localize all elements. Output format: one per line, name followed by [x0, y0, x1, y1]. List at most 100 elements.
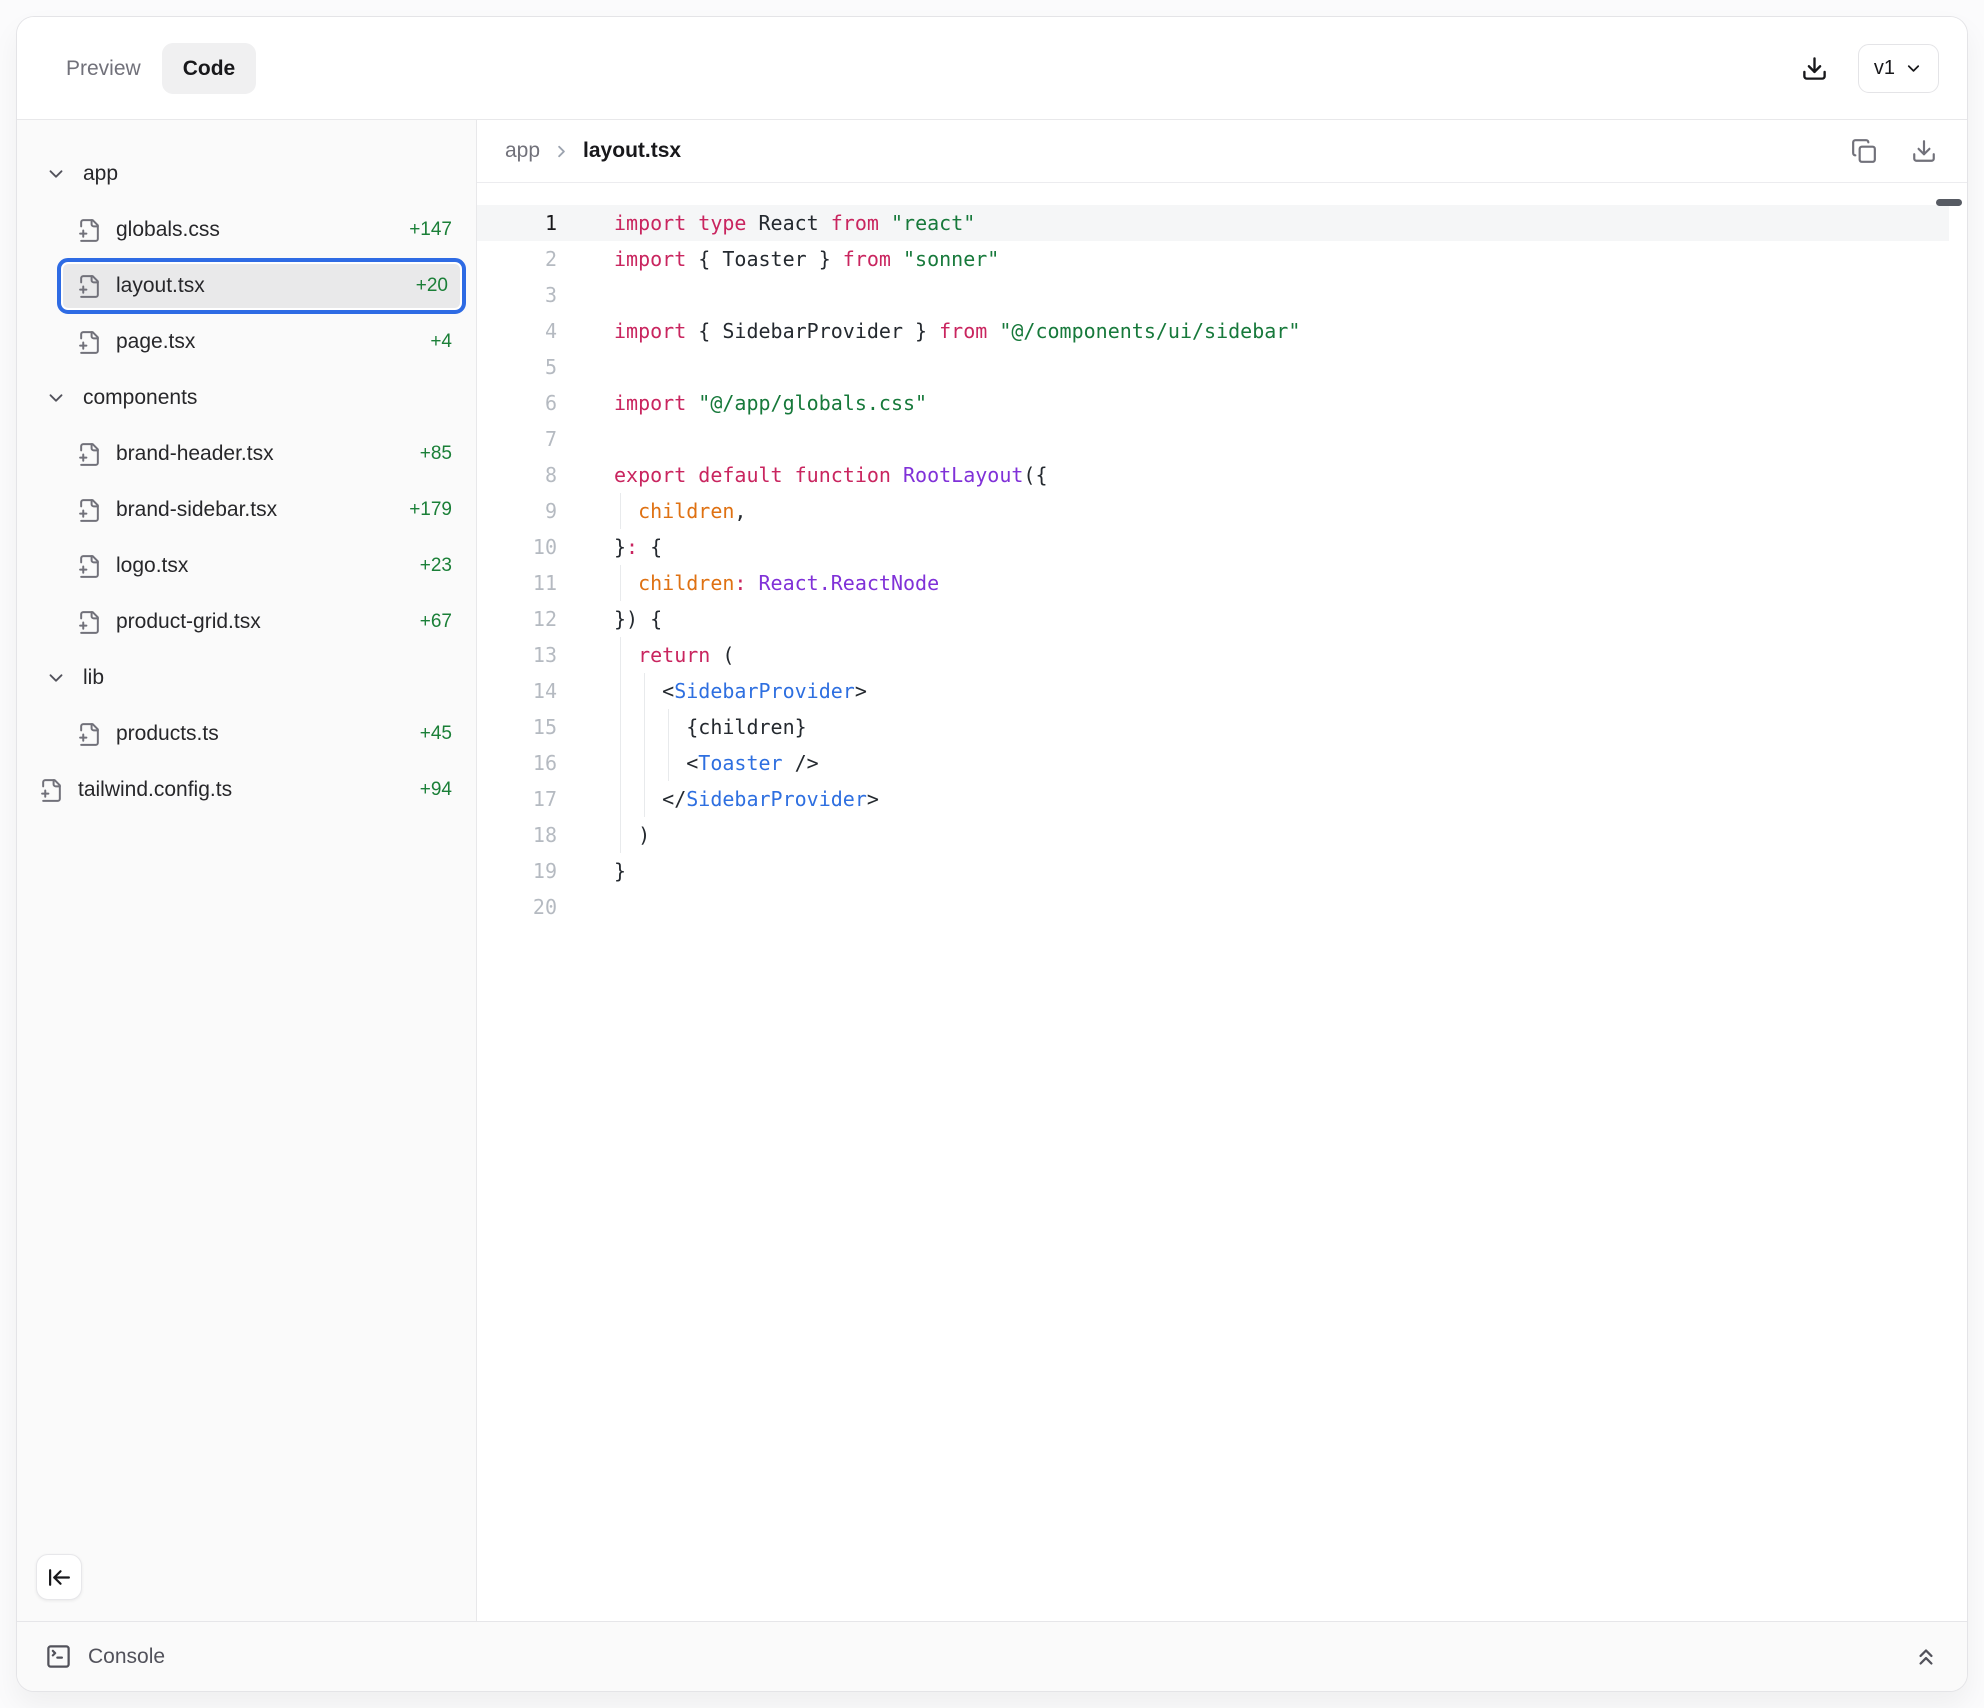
file-label: globals.css: [116, 218, 220, 242]
code-line: 20: [477, 889, 1949, 925]
line-number: 11: [477, 565, 557, 601]
chevron-down-icon: [1904, 59, 1923, 78]
code-line-text: }: {: [614, 529, 662, 565]
collapse-sidebar-button[interactable]: [36, 1554, 82, 1600]
diff-count: +4: [430, 331, 452, 353]
folder-label: components: [83, 386, 197, 410]
copy-code-button[interactable]: [1849, 136, 1879, 166]
sidebar-item-logo-tsx[interactable]: logo.tsx+23: [57, 538, 466, 594]
code-line: 17 </SidebarProvider>: [477, 781, 1949, 817]
code-line: 16 <Toaster />: [477, 745, 1949, 781]
main-area: app globals.css+147layout.tsx+20 page.tsx +…: [17, 120, 1967, 1621]
line-number: 9: [477, 493, 557, 529]
indent-guide: [620, 817, 621, 853]
chevron-down-icon: [45, 667, 67, 689]
sidebar-item-layout-tsx[interactable]: layout.tsx+20: [57, 258, 466, 314]
scrollbar-thumb[interactable]: [1936, 199, 1962, 206]
code-line-text: </SidebarProvider>: [614, 781, 879, 817]
indent-guide: [620, 781, 621, 817]
code-line-text: }) {: [614, 601, 662, 637]
tab-preview[interactable]: Preview: [45, 43, 162, 94]
sidebar-item-products-ts[interactable]: products.ts +45: [57, 706, 466, 762]
breadcrumb-folder: app: [505, 139, 540, 163]
file-tree: app globals.css+147layout.tsx+20 page.tsx +…: [17, 120, 476, 818]
code-line: 8export default function RootLayout({: [477, 457, 1949, 493]
indent-guide: [620, 745, 621, 781]
sidebar-item-product-grid-tsx[interactable]: product-grid.tsx+67: [57, 594, 466, 650]
sidebar-item-globals-css[interactable]: globals.css+147: [57, 202, 466, 258]
file-plus-icon: [77, 722, 102, 747]
header-actions: v1: [1800, 44, 1939, 93]
line-number: 17: [477, 781, 557, 817]
indent-guide: [620, 709, 621, 745]
code-viewer-card: Preview Code v1 appglobals.css+147layout…: [16, 16, 1968, 1692]
expand-console-button[interactable]: [1913, 1644, 1939, 1670]
code-line-text: ): [614, 817, 650, 853]
console-label: Console: [88, 1645, 165, 1669]
sidebar-item-tailwind-config-ts[interactable]: tailwind.config.ts+94: [29, 762, 466, 818]
diff-count: +67: [420, 611, 452, 633]
copy-icon: [1851, 138, 1877, 164]
console-bar[interactable]: Console: [17, 1621, 1967, 1691]
indent-guide: [620, 637, 621, 673]
diff-count: +23: [420, 555, 452, 577]
file-label: brand-sidebar.tsx: [116, 498, 277, 522]
code-line-text: import { SidebarProvider } from "@/compo…: [614, 313, 1300, 349]
chevron-down-icon: [45, 387, 67, 409]
folder-label: lib: [83, 666, 104, 690]
code-line: 14 <SidebarProvider>: [477, 673, 1949, 709]
download-file-button[interactable]: [1909, 136, 1939, 166]
line-number: 13: [477, 637, 557, 673]
download-icon: [1801, 55, 1828, 82]
version-label: v1: [1874, 57, 1895, 80]
code-line: 10}: {: [477, 529, 1949, 565]
diff-count: +45: [420, 723, 452, 745]
indent-guide: [644, 709, 645, 745]
indent-guide: [644, 781, 645, 817]
code-line-text: import "@/app/globals.css": [614, 385, 927, 421]
code-line: 15 {children}: [477, 709, 1949, 745]
line-number: 8: [477, 457, 557, 493]
sidebar-item-page-tsx[interactable]: page.tsx +4: [57, 314, 466, 370]
sidebar-item-brand-header-tsx[interactable]: brand-header.tsx+85: [57, 426, 466, 482]
code-line-text: children: React.ReactNode: [614, 565, 939, 601]
file-label: layout.tsx: [116, 274, 205, 298]
tab-code[interactable]: Code: [162, 43, 257, 94]
code-line: 7: [477, 421, 1949, 457]
line-number: 20: [477, 889, 557, 925]
code-editor[interactable]: 1 import type React from "react"2import {…: [477, 183, 1967, 1621]
breadcrumb-bar: app layout.tsx: [477, 120, 1967, 183]
line-number: 14: [477, 673, 557, 709]
line-number: 19: [477, 853, 557, 889]
indent-guide: [644, 745, 645, 781]
line-number: 1: [477, 205, 557, 241]
file-tree-sidebar: app globals.css+147layout.tsx+20 page.tsx +…: [17, 120, 477, 1621]
sidebar-item-lib[interactable]: lib: [29, 650, 466, 706]
folder-label: app: [83, 162, 118, 186]
file-label: page.tsx: [116, 330, 195, 354]
download-button[interactable]: [1800, 53, 1830, 83]
sidebar-item-brand-sidebar-tsx[interactable]: brand-sidebar.tsx+179: [57, 482, 466, 538]
chevrons-up-icon: [1913, 1644, 1939, 1670]
code-line-text: {children}: [614, 709, 807, 745]
file-plus-icon: [77, 442, 102, 467]
line-number: 18: [477, 817, 557, 853]
code-line: 12}) {: [477, 601, 1949, 637]
code-line: 2import { Toaster } from "sonner": [477, 241, 1949, 277]
line-number: 5: [477, 349, 557, 385]
code-line-text: import type React from "react": [614, 205, 975, 241]
file-label: products.ts: [116, 722, 219, 746]
code-actions: [1849, 136, 1939, 166]
diff-count: +94: [420, 779, 452, 801]
code-line: 5: [477, 349, 1949, 385]
breadcrumb: app layout.tsx: [505, 139, 681, 163]
download-icon: [1911, 138, 1937, 164]
version-dropdown[interactable]: v1: [1858, 44, 1939, 93]
file-plus-icon: [77, 274, 102, 299]
indent-guide: [620, 673, 621, 709]
indent-guide: [620, 565, 621, 601]
line-number: 6: [477, 385, 557, 421]
file-plus-icon: [39, 778, 64, 803]
sidebar-item-components[interactable]: components: [29, 370, 466, 426]
sidebar-item-app[interactable]: app: [29, 146, 466, 202]
